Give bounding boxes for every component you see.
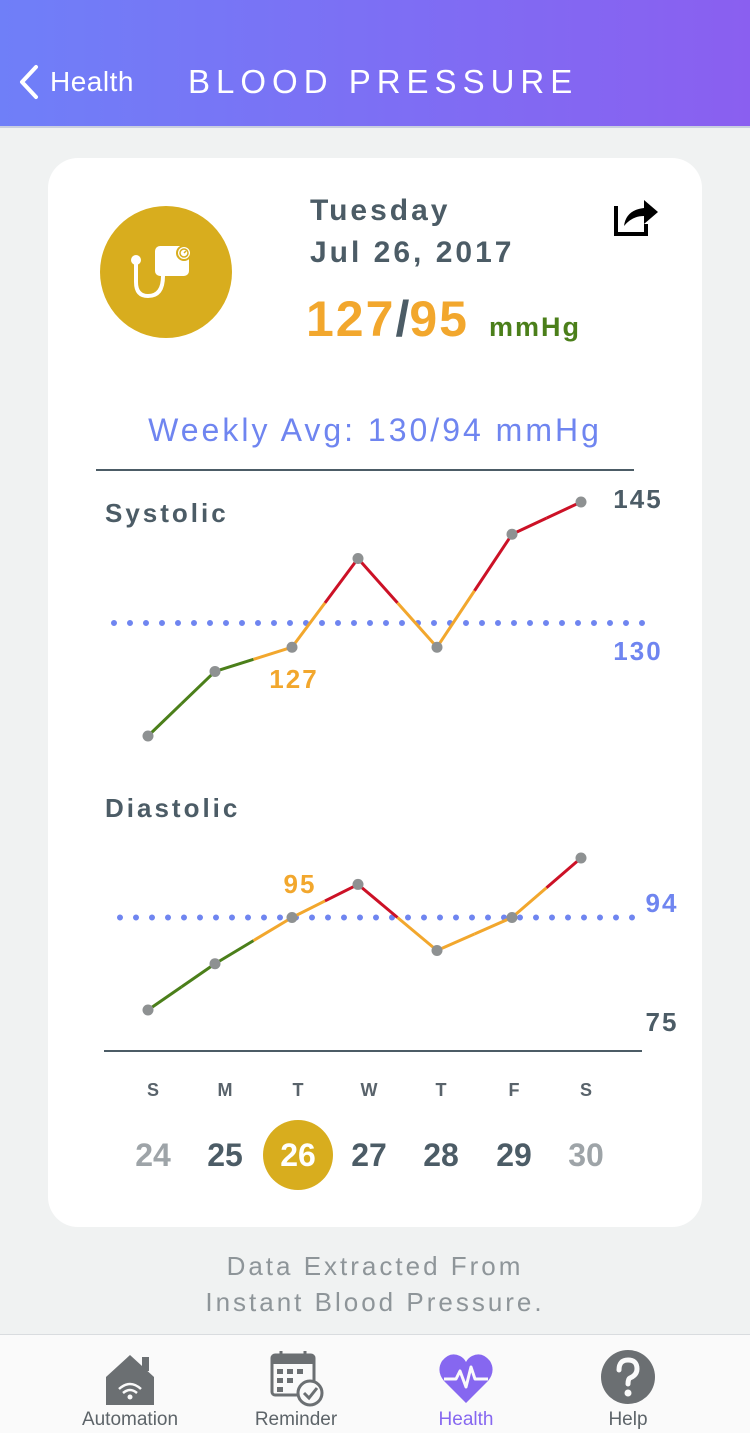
- chart-title: Systolic: [105, 498, 229, 528]
- series-segment: [291, 899, 326, 919]
- data-point: [506, 911, 518, 923]
- blood-pressure-card: Tuesday Jul 26, 2017 127 / 95 mmHg Weekl…: [48, 158, 702, 1227]
- series-segment: [356, 557, 399, 604]
- data-point: [506, 528, 518, 540]
- series-segment: [511, 516, 548, 536]
- axis-label: 130: [613, 636, 662, 666]
- day-of-week-label: W: [360, 1080, 378, 1100]
- day-of-week-label: T: [292, 1080, 304, 1100]
- series-segment: [252, 916, 293, 942]
- series-segment: [396, 916, 438, 952]
- tab-automation[interactable]: Automation: [55, 1335, 205, 1433]
- page-title: BLOOD PRESSURE: [188, 63, 579, 100]
- axis-label: 75: [646, 1007, 679, 1037]
- date-button[interactable]: 24: [118, 1120, 188, 1190]
- series-segment: [323, 557, 360, 604]
- day-of-week-label: T: [435, 1080, 447, 1100]
- bp-charts: Systolic 145 130 127 Diastolic 94 75 95: [105, 484, 679, 1037]
- back-label: Health: [50, 66, 134, 97]
- tab-help[interactable]: Help: [553, 1335, 703, 1433]
- data-point: [209, 958, 221, 970]
- series-segment: [214, 657, 254, 673]
- tab-health[interactable]: Health: [391, 1335, 541, 1433]
- series-segment: [147, 985, 183, 1012]
- day-of-week-label: S: [146, 1080, 159, 1100]
- data-point: [352, 878, 364, 890]
- series-segment: [435, 589, 476, 649]
- series-segment: [473, 916, 513, 936]
- tab-label: Health: [438, 1409, 494, 1430]
- chart-title: Diastolic: [105, 793, 240, 823]
- date-button[interactable]: 30: [551, 1120, 621, 1190]
- calendar-check-icon: [270, 1351, 324, 1407]
- day-of-week-label: F: [508, 1080, 520, 1100]
- date-button[interactable]: 28: [406, 1120, 476, 1190]
- data-point: [286, 641, 298, 653]
- tab-reminder[interactable]: Reminder: [221, 1335, 371, 1433]
- tab-bar: Automation Reminder Health Help: [0, 1334, 750, 1433]
- nav-header: Health BLOOD PRESSURE: [0, 0, 750, 128]
- tab-label: Reminder: [254, 1409, 338, 1430]
- series-segment: [324, 883, 359, 903]
- axis-label: 94: [646, 888, 679, 918]
- data-source-note: Data Extracted From Instant Blood Pressu…: [0, 1248, 750, 1320]
- data-label: 95: [284, 869, 317, 899]
- series-segment: [436, 932, 476, 952]
- day-of-week-label: M: [217, 1080, 233, 1100]
- data-point: [142, 730, 154, 742]
- data-point: [352, 552, 364, 564]
- data-label: 127: [269, 664, 318, 694]
- data-point: [142, 1004, 154, 1016]
- data-point: [431, 945, 443, 957]
- series-segment: [511, 886, 548, 919]
- data-source-line-1: Data Extracted From: [226, 1251, 524, 1281]
- data-source-line-2: Instant Blood Pressure.: [205, 1287, 545, 1317]
- data-point: [575, 852, 587, 864]
- help-icon: [601, 1350, 655, 1404]
- series-segment: [180, 670, 217, 705]
- heart-pulse-icon: [439, 1354, 493, 1403]
- series-segment: [253, 645, 293, 661]
- series-segment: [214, 939, 255, 966]
- chevron-left-icon: [20, 65, 38, 99]
- series-segment: [146, 702, 183, 738]
- series-segment: [473, 533, 514, 592]
- date-button[interactable]: 27: [334, 1120, 404, 1190]
- back-button[interactable]: Health: [18, 62, 134, 102]
- tab-label: Automation: [81, 1409, 179, 1430]
- data-point: [209, 665, 221, 677]
- data-point: [286, 911, 298, 923]
- axis-label: 145: [613, 484, 662, 514]
- series-segment: [180, 962, 216, 989]
- tab-label: Help: [608, 1409, 648, 1430]
- home-icon: [106, 1355, 154, 1405]
- data-point: [575, 496, 587, 508]
- date-selected[interactable]: 26: [263, 1120, 333, 1190]
- day-of-week-label: S: [579, 1080, 592, 1100]
- week-day-selector: S M T W T F S 24 25 26 27 28 29 30: [48, 1070, 702, 1190]
- data-point: [431, 641, 443, 653]
- date-button[interactable]: 25: [190, 1120, 260, 1190]
- divider-bottom: [104, 1050, 642, 1052]
- series-segment: [545, 500, 582, 520]
- date-button[interactable]: 29: [479, 1120, 549, 1190]
- series-segment: [545, 856, 582, 889]
- series-segment: [357, 883, 399, 919]
